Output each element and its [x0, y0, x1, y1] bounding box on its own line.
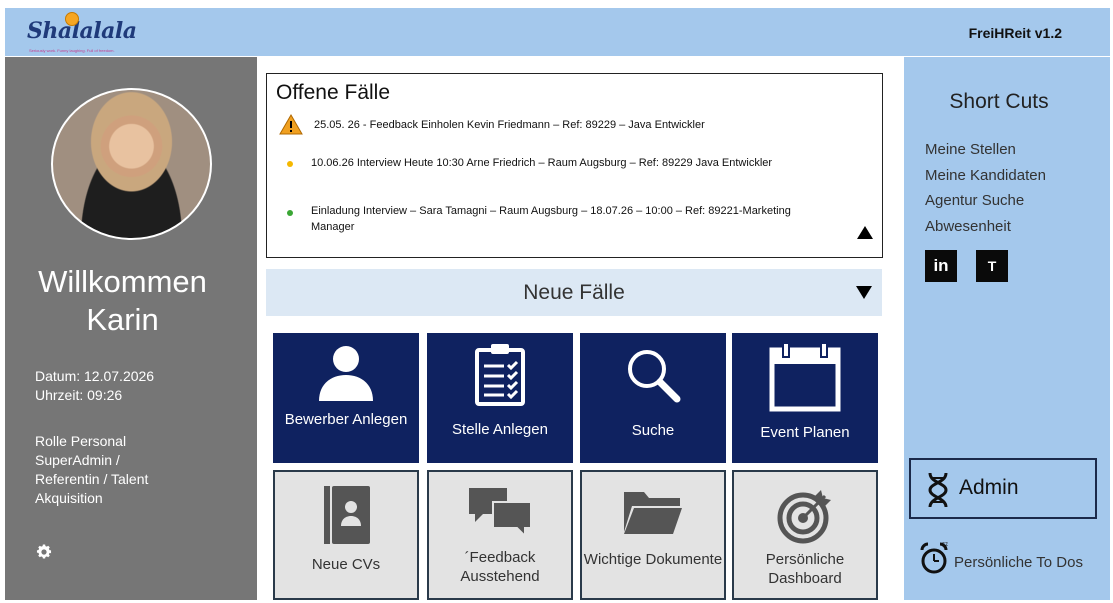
- tile-label: Persönliche Dashboard: [765, 551, 845, 587]
- logo-text: Shalalala: [27, 18, 137, 44]
- tile-search[interactable]: Suche: [580, 333, 726, 463]
- admin-label: Admin: [959, 476, 1019, 499]
- open-case-item[interactable]: 25.05. 26 - Feedback Einholen Kevin Frie…: [314, 117, 814, 133]
- clipboard-icon: [475, 344, 525, 406]
- open-cases-panel: Offene Fälle 25.05. 26 - Feedback Einhol…: [266, 73, 883, 258]
- new-cases-dropdown[interactable]: Neue Fälle: [266, 269, 882, 316]
- tile-create-applicant[interactable]: Bewerber Anlegen: [273, 333, 419, 463]
- chevron-down-icon: [856, 286, 872, 299]
- tile-label: ´Feedback Ausstehend: [460, 549, 540, 585]
- tile-label: Wichtige Dokumente: [583, 551, 723, 568]
- user-name: Karin: [86, 302, 159, 337]
- top-bar: Shalalala Seriously work. Funny laughing…: [5, 8, 1110, 56]
- tile-personal-dashboard[interactable]: Persönliche Dashboard: [732, 470, 878, 600]
- role-line: Akquisition: [35, 490, 103, 506]
- logo-face-icon: [65, 12, 79, 26]
- scroll-up-icon[interactable]: [857, 226, 873, 239]
- profile-sidebar: Willkommen Karin Datum: 12.07.2026 Uhrze…: [5, 57, 257, 600]
- shortcuts-title: Short Cuts: [949, 90, 1049, 113]
- tile-label: Stelle Anlegen: [452, 421, 548, 438]
- role-line: SuperAdmin /: [35, 452, 120, 468]
- target-icon: [777, 490, 831, 544]
- calendar-icon: [769, 342, 841, 412]
- logo-tagline: Seriously work. Funny laughing. Full of …: [29, 48, 115, 53]
- avatar: [51, 88, 212, 240]
- tile-label: Event Planen: [760, 424, 850, 441]
- app-logo[interactable]: Shalalala Seriously work. Funny laughing…: [27, 12, 137, 54]
- magnifier-icon: [628, 350, 681, 403]
- svg-text:zz: zz: [942, 542, 948, 548]
- contact-book-icon: [324, 486, 370, 544]
- tile-new-cvs[interactable]: Neue CVs: [273, 470, 419, 600]
- todo-label: Persönliche To Dos: [954, 554, 1083, 571]
- date-time: Datum: 12.07.2026 Uhrzeit: 09:26: [35, 367, 154, 405]
- user-role: Rolle Personal SuperAdmin / Referentin /…: [35, 432, 195, 508]
- open-cases-title: Offene Fälle: [276, 81, 391, 104]
- person-icon: [319, 346, 373, 401]
- teams-icon[interactable]: T: [976, 250, 1008, 282]
- shortcuts-sidebar: Short Cuts Meine Stellen Meine Kandidate…: [904, 57, 1110, 600]
- role-line: Rolle Personal: [35, 433, 127, 449]
- status-dot-icon: [287, 210, 293, 216]
- alarm-clock-icon: zz: [920, 542, 948, 574]
- welcome-heading: Willkommen Karin: [5, 263, 240, 339]
- welcome-line: Willkommen: [38, 264, 207, 299]
- tile-create-position[interactable]: Stelle Anlegen: [427, 333, 573, 463]
- dna-icon: [928, 472, 948, 508]
- open-case-item[interactable]: 10.06.26 Interview Heute 10:30 Arne Frie…: [311, 155, 811, 171]
- shortcut-absence[interactable]: Abwesenheit: [925, 218, 1011, 235]
- shortcut-my-positions[interactable]: Meine Stellen: [925, 141, 1016, 158]
- tile-feedback-pending[interactable]: ´Feedback Ausstehend: [427, 470, 573, 600]
- current-time: Uhrzeit: 09:26: [35, 387, 123, 403]
- role-line: Referentin / Talent: [35, 471, 149, 487]
- shortcut-agency-search[interactable]: Agentur Suche: [925, 192, 1024, 209]
- tile-label: Bewerber Anlegen: [284, 411, 408, 428]
- chat-bubbles-icon: [469, 488, 532, 536]
- linkedin-icon[interactable]: in: [925, 250, 957, 282]
- app-version: FreiHReit v1.2: [968, 25, 1062, 41]
- shortcut-my-candidates[interactable]: Meine Kandidaten: [925, 167, 1046, 184]
- tile-plan-event[interactable]: Event Planen: [732, 333, 878, 463]
- warning-icon: [279, 114, 303, 135]
- current-date: Datum: 12.07.2026: [35, 368, 155, 384]
- tile-important-documents[interactable]: Wichtige Dokumente: [580, 470, 726, 600]
- tile-label: Neue CVs: [311, 556, 381, 573]
- gear-icon[interactable]: [35, 543, 53, 561]
- tile-label: Suche: [631, 422, 675, 439]
- open-case-item[interactable]: Einladung Interview – Sara Tamagni – Rau…: [311, 203, 811, 235]
- new-cases-label: Neue Fälle: [523, 281, 625, 304]
- folder-icon: [624, 492, 682, 534]
- admin-button[interactable]: Admin: [909, 458, 1097, 519]
- status-dot-icon: [287, 161, 293, 167]
- personal-todos-button[interactable]: zz Persönliche To Dos: [920, 540, 1105, 580]
